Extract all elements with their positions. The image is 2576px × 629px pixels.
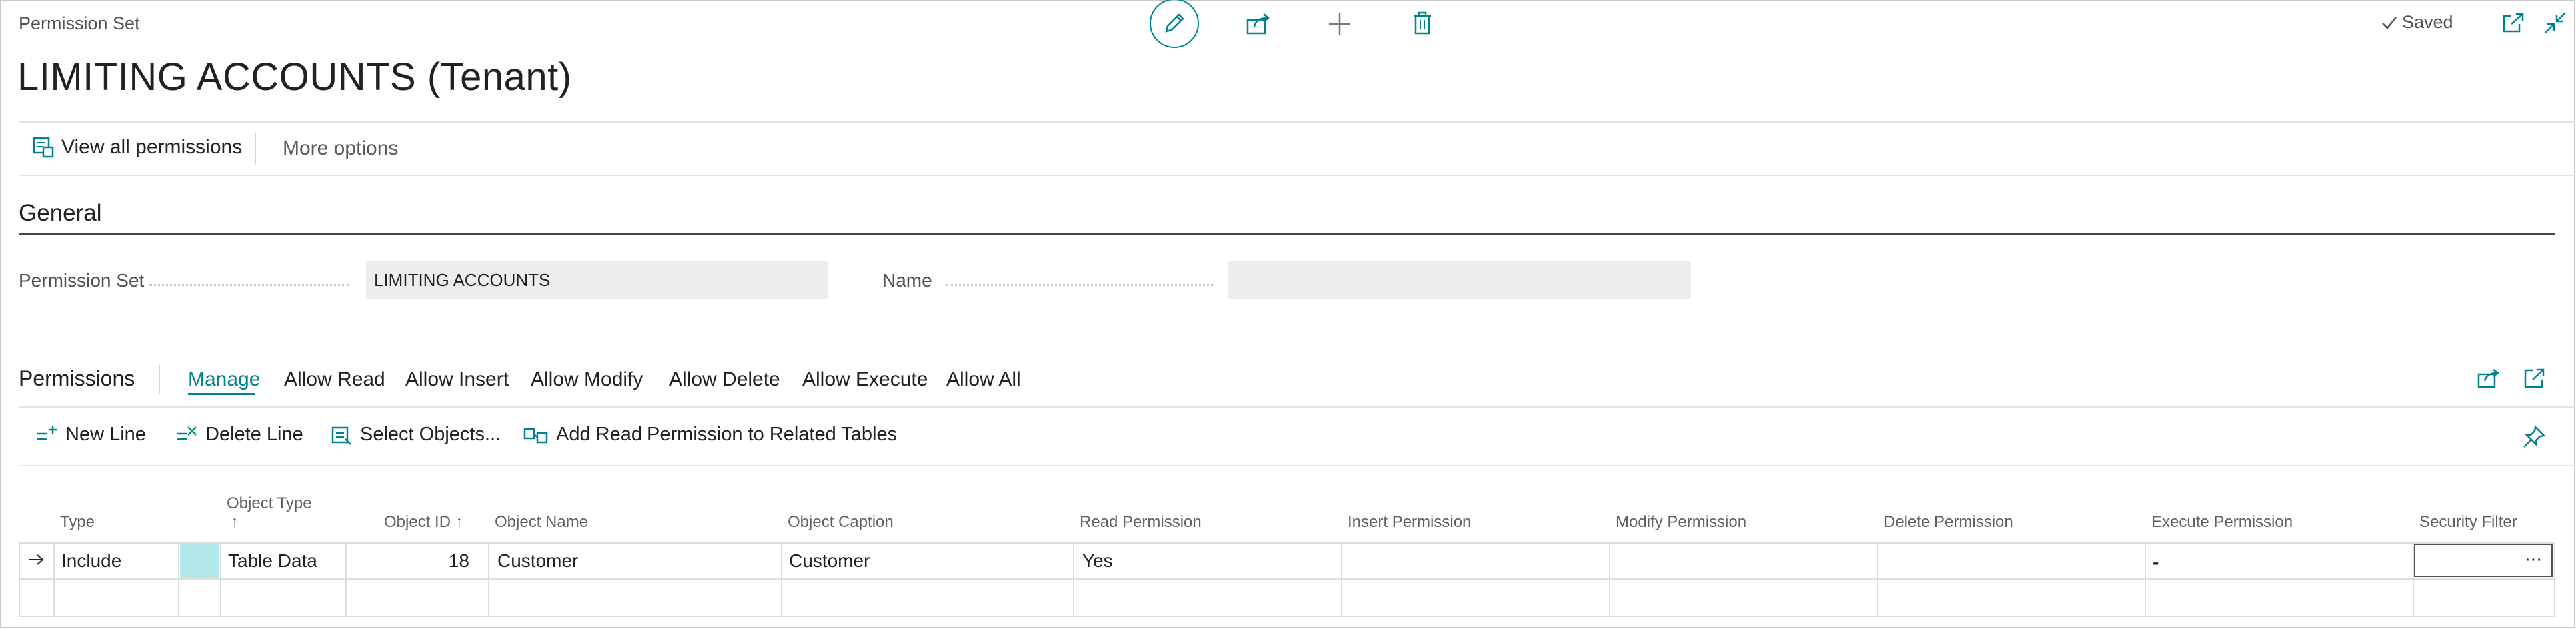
expand-icon	[2524, 368, 2545, 388]
tab-allow-execute[interactable]: Allow Execute	[802, 368, 928, 391]
divider	[19, 175, 2575, 176]
column-header-execute-permission[interactable]: Execute Permission	[2151, 513, 2293, 532]
expand-part-button[interactable]	[2523, 368, 2546, 389]
tab-allow-all[interactable]: Allow All	[946, 368, 1021, 391]
add-read-permission-label: Add Read Permission to Related Tables	[556, 424, 898, 445]
tab-manage[interactable]: Manage	[188, 368, 260, 391]
page-title: LIMITING ACCOUNTS (Tenant)	[17, 55, 572, 99]
edit-button[interactable]	[1148, 0, 1201, 48]
divider	[19, 121, 2575, 123]
sort-arrow-icon: ↑	[231, 513, 239, 531]
select-objects-icon	[331, 426, 351, 445]
name-field[interactable]	[1228, 261, 1691, 299]
column-header-object-name[interactable]: Object Name	[495, 513, 588, 532]
delete-line-button[interactable]: Delete Line	[175, 424, 303, 446]
plus-icon	[1329, 13, 1350, 35]
column-header-security-filter[interactable]: Security Filter	[2419, 513, 2517, 532]
cell-execute-permission[interactable]: -	[2153, 552, 2159, 573]
column-header-insert-permission[interactable]: Insert Permission	[1348, 513, 1471, 532]
divider	[19, 406, 2575, 408]
open-in-new-window-icon	[2503, 13, 2524, 33]
dotted-leader	[946, 284, 1213, 286]
delete-line-icon	[177, 426, 197, 440]
personalize-columns-button[interactable]	[2522, 425, 2546, 449]
dotted-leader	[149, 284, 349, 286]
cell-object-id[interactable]: 18	[345, 550, 469, 572]
more-options-button[interactable]: More options	[283, 137, 398, 160]
page-caption: Permission Set	[19, 13, 140, 33]
new-line-button[interactable]: New Line	[35, 424, 146, 446]
delete-button[interactable]	[1412, 11, 1433, 36]
select-objects-button[interactable]: Select Objects...	[331, 424, 501, 446]
column-header-type[interactable]: Type	[60, 513, 95, 532]
share-button[interactable]	[1245, 12, 1272, 36]
cell-read-permission[interactable]: Yes	[1082, 550, 1113, 572]
share-icon	[1246, 13, 1270, 35]
tab-allow-read[interactable]: Allow Read	[284, 368, 385, 391]
permission-set-label: Permission Set	[19, 270, 145, 291]
tab-separator	[159, 365, 160, 394]
ellipsis-icon[interactable]: ⋯	[2525, 549, 2542, 570]
share-part-button[interactable]	[2477, 368, 2501, 389]
tab-active-indicator	[188, 393, 255, 395]
share-icon	[2477, 368, 2500, 388]
pin-icon	[2523, 425, 2546, 448]
name-label: Name	[882, 270, 932, 291]
select-objects-label: Select Objects...	[360, 424, 501, 445]
divider	[19, 465, 2575, 466]
column-header-object-type[interactable]: Object Type	[227, 494, 312, 513]
new-line-icon	[37, 425, 57, 440]
row-arrow-icon	[27, 550, 45, 572]
add-read-permission-button[interactable]: Add Read Permission to Related Tables	[523, 424, 897, 446]
open-new-window-button[interactable]	[2502, 12, 2525, 33]
view-all-permissions-button[interactable]: View all permissions	[32, 136, 242, 159]
column-header-modify-permission[interactable]: Modify Permission	[1616, 513, 1746, 532]
saved-status: Saved	[2381, 12, 2453, 33]
checkmark-icon	[2382, 16, 2397, 29]
tab-allow-modify[interactable]: Allow Modify	[531, 368, 643, 391]
collapse-button[interactable]	[2543, 11, 2567, 35]
trash-icon	[1414, 11, 1431, 35]
cell-type[interactable]: Include	[61, 550, 121, 572]
column-header-delete-permission[interactable]: Delete Permission	[1884, 513, 2013, 532]
column-header-object-caption[interactable]: Object Caption	[788, 513, 894, 532]
permissions-list-icon	[33, 137, 54, 158]
new-button[interactable]	[1328, 12, 1352, 36]
pencil-icon	[1150, 0, 1199, 48]
column-header-read-permission[interactable]: Read Permission	[1080, 513, 1202, 532]
general-underline	[19, 233, 2555, 235]
related-tables-icon	[523, 428, 548, 443]
general-heading[interactable]: General	[19, 200, 102, 227]
saved-label: Saved	[2402, 12, 2453, 32]
cell-object-caption[interactable]: Customer	[789, 550, 870, 572]
view-all-permissions-label: View all permissions	[61, 136, 243, 158]
permissions-heading: Permissions	[19, 366, 135, 390]
cell-object-name[interactable]: Customer	[497, 550, 578, 572]
toolbar-separator	[255, 133, 256, 165]
cell-security-filter[interactable]: ⋯	[2414, 544, 2553, 577]
new-line-label: New Line	[65, 424, 146, 445]
tab-allow-insert[interactable]: Allow Insert	[405, 368, 509, 391]
cell-object-type[interactable]: Table Data	[228, 550, 317, 572]
permission-set-field[interactable]: LIMITING ACCOUNTS	[366, 261, 828, 299]
column-header-object-id[interactable]: Object ID ↑	[384, 513, 463, 532]
delete-line-label: Delete Line	[205, 424, 303, 445]
collapse-icon	[2545, 12, 2566, 33]
selected-cell[interactable]	[180, 544, 219, 578]
tab-allow-delete[interactable]: Allow Delete	[669, 368, 780, 391]
